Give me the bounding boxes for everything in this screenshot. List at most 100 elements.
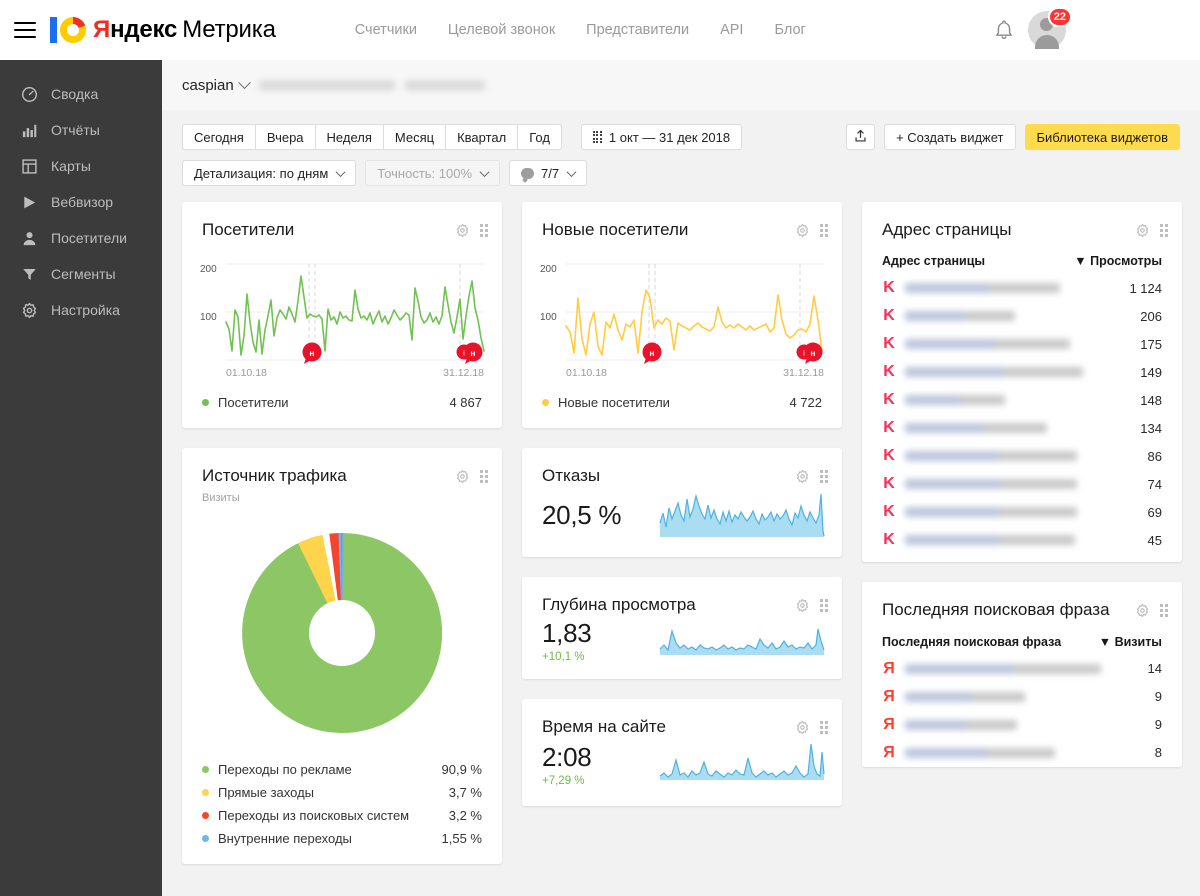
legend-row[interactable]: Переходы из поисковых систем 3,2 % bbox=[202, 804, 482, 827]
url-redacted[interactable] bbox=[905, 311, 1015, 322]
row-value: 8 bbox=[1154, 745, 1162, 761]
period-week[interactable]: Неделя bbox=[314, 124, 383, 150]
gear-icon[interactable] bbox=[795, 469, 810, 484]
period-month[interactable]: Месяц bbox=[382, 124, 446, 150]
table-row[interactable]: K 74 bbox=[862, 470, 1182, 498]
url-redacted[interactable] bbox=[905, 283, 1060, 294]
legend-label: Посетители bbox=[218, 395, 289, 411]
gear-icon[interactable] bbox=[795, 223, 810, 238]
annotation-marker[interactable]: i н bbox=[456, 342, 483, 365]
column-header-visits[interactable]: ▼ Визиты bbox=[1099, 635, 1162, 649]
table-row[interactable]: K 175 bbox=[862, 330, 1182, 358]
table-row[interactable]: K 206 bbox=[862, 302, 1182, 330]
url-redacted[interactable] bbox=[905, 507, 1077, 518]
table-row[interactable]: K 134 bbox=[862, 414, 1182, 442]
sidebar-item-segments[interactable]: Сегменты bbox=[0, 256, 162, 292]
drag-handle-icon[interactable] bbox=[480, 470, 488, 484]
url-redacted[interactable] bbox=[905, 339, 1070, 350]
sidebar-item-webvisor[interactable]: Вебвизор bbox=[0, 184, 162, 220]
row-value: 148 bbox=[1140, 392, 1162, 408]
table-row[interactable]: K 148 bbox=[862, 386, 1182, 414]
accuracy-dropdown[interactable]: Точность: 100% bbox=[365, 160, 501, 186]
create-widget-button[interactable]: + Создать виджет bbox=[884, 124, 1016, 150]
url-redacted[interactable] bbox=[905, 395, 1005, 406]
widget-header: Глубина просмотра bbox=[522, 577, 842, 615]
sidebar-item-visitors[interactable]: Посетители bbox=[0, 220, 162, 256]
url-redacted[interactable] bbox=[905, 535, 1075, 546]
table-row[interactable]: K 1 124 bbox=[862, 274, 1182, 302]
period-yesterday[interactable]: Вчера bbox=[254, 124, 315, 150]
period-today[interactable]: Сегодня bbox=[182, 124, 255, 150]
date-range-picker[interactable]: 1 окт — 31 дек 2018 bbox=[580, 124, 743, 150]
phrase-redacted[interactable] bbox=[905, 719, 1017, 730]
phrase-redacted[interactable] bbox=[905, 663, 1101, 674]
bounce-body: 20,5 % bbox=[522, 487, 842, 557]
date-range-label: 1 окт — 31 дек 2018 bbox=[608, 129, 731, 145]
sidebar-item-label: Отчёты bbox=[51, 122, 100, 138]
table-row[interactable]: K 69 bbox=[862, 498, 1182, 526]
drag-handle-icon[interactable] bbox=[1160, 604, 1168, 618]
phrase-redacted[interactable] bbox=[905, 747, 1055, 758]
annotation-marker[interactable]: н bbox=[302, 342, 322, 365]
x-axis-end: 31.12.18 bbox=[443, 367, 484, 379]
sidebar-item-reports[interactable]: Отчёты bbox=[0, 112, 162, 148]
table-row[interactable]: Я 9 bbox=[862, 683, 1182, 711]
column-header-views[interactable]: ▼ Просмотры bbox=[1074, 254, 1162, 268]
url-redacted[interactable] bbox=[905, 451, 1077, 462]
drag-handle-icon[interactable] bbox=[820, 224, 828, 237]
period-year[interactable]: Год bbox=[517, 124, 562, 150]
yandex-metrica-logo[interactable]: Яндекс Метрика bbox=[50, 16, 276, 44]
export-button[interactable] bbox=[846, 124, 876, 150]
nav-item-representatives[interactable]: Представители bbox=[586, 22, 689, 38]
table-row[interactable]: K 45 bbox=[862, 526, 1182, 562]
legend-color-dot bbox=[202, 765, 209, 773]
gear-icon[interactable] bbox=[1135, 223, 1150, 238]
bell-icon[interactable] bbox=[994, 19, 1014, 41]
legend-row[interactable]: Внутренние переходы 1,55 % bbox=[202, 827, 482, 850]
widget-column-2: Новые посетители 200 100 н i н 01.10.18 … bbox=[522, 202, 842, 806]
phrase-redacted[interactable] bbox=[905, 691, 1025, 702]
drag-handle-icon[interactable] bbox=[1160, 224, 1168, 237]
drag-handle-icon[interactable] bbox=[480, 224, 488, 237]
gear-icon[interactable] bbox=[455, 223, 470, 238]
sidebar-item-summary[interactable]: Сводка bbox=[0, 76, 162, 112]
table-row[interactable]: Я 9 bbox=[862, 711, 1182, 739]
table-row[interactable]: K 86 bbox=[862, 442, 1182, 470]
last-search-phrase-rows: Я 14 Я 9 Я 9 Я 8 bbox=[862, 655, 1182, 767]
url-redacted[interactable] bbox=[905, 367, 1083, 378]
widget-library-button[interactable]: Библиотека виджетов bbox=[1024, 124, 1180, 150]
drag-handle-icon[interactable] bbox=[820, 470, 828, 484]
table-row[interactable]: K 149 bbox=[862, 358, 1182, 386]
nav-item-api[interactable]: API bbox=[720, 22, 743, 38]
nav-item-blog[interactable]: Блог bbox=[774, 22, 805, 38]
table-row[interactable]: Я 8 bbox=[862, 739, 1182, 767]
legend-row[interactable]: Прямые заходы 3,7 % bbox=[202, 781, 482, 804]
url-redacted[interactable] bbox=[905, 479, 1077, 490]
notification-badge[interactable]: 22 bbox=[1047, 7, 1072, 27]
gear-icon[interactable] bbox=[1135, 603, 1150, 618]
table-row[interactable]: Я 14 bbox=[862, 655, 1182, 683]
gear-icon[interactable] bbox=[795, 598, 810, 613]
period-quarter[interactable]: Квартал bbox=[445, 124, 518, 150]
hamburger-icon[interactable] bbox=[14, 22, 36, 38]
annotation-marker[interactable]: i н bbox=[796, 342, 823, 365]
detail-level-dropdown[interactable]: Детализация: по дням bbox=[182, 160, 357, 186]
widget-column-1: Посетители 200 100 н i н 01.10.18 31.12.… bbox=[182, 202, 502, 864]
gear-icon[interactable] bbox=[795, 720, 810, 735]
drag-handle-icon[interactable] bbox=[820, 721, 828, 735]
counter-id-redacted[interactable] bbox=[404, 79, 485, 91]
gear-icon[interactable] bbox=[455, 469, 470, 484]
sidebar-item-settings[interactable]: Настройка bbox=[0, 292, 162, 328]
svg-text:н: н bbox=[470, 348, 475, 358]
drag-handle-icon[interactable] bbox=[820, 598, 828, 612]
url-redacted[interactable] bbox=[905, 423, 1047, 434]
sidebar-item-maps[interactable]: Карты bbox=[0, 148, 162, 184]
counter-selector[interactable]: caspian bbox=[182, 75, 251, 94]
annotation-marker[interactable]: н bbox=[642, 342, 662, 365]
nav-item-counters[interactable]: Счетчики bbox=[355, 22, 417, 38]
site-domain-redacted[interactable] bbox=[258, 79, 395, 91]
nav-item-target-call[interactable]: Целевой звонок bbox=[448, 22, 555, 38]
legend-row[interactable]: Переходы по рекламе 90,9 % bbox=[202, 758, 482, 781]
avatar[interactable]: 22 bbox=[1028, 7, 1072, 49]
comments-dropdown[interactable]: 7/7 bbox=[509, 160, 588, 186]
